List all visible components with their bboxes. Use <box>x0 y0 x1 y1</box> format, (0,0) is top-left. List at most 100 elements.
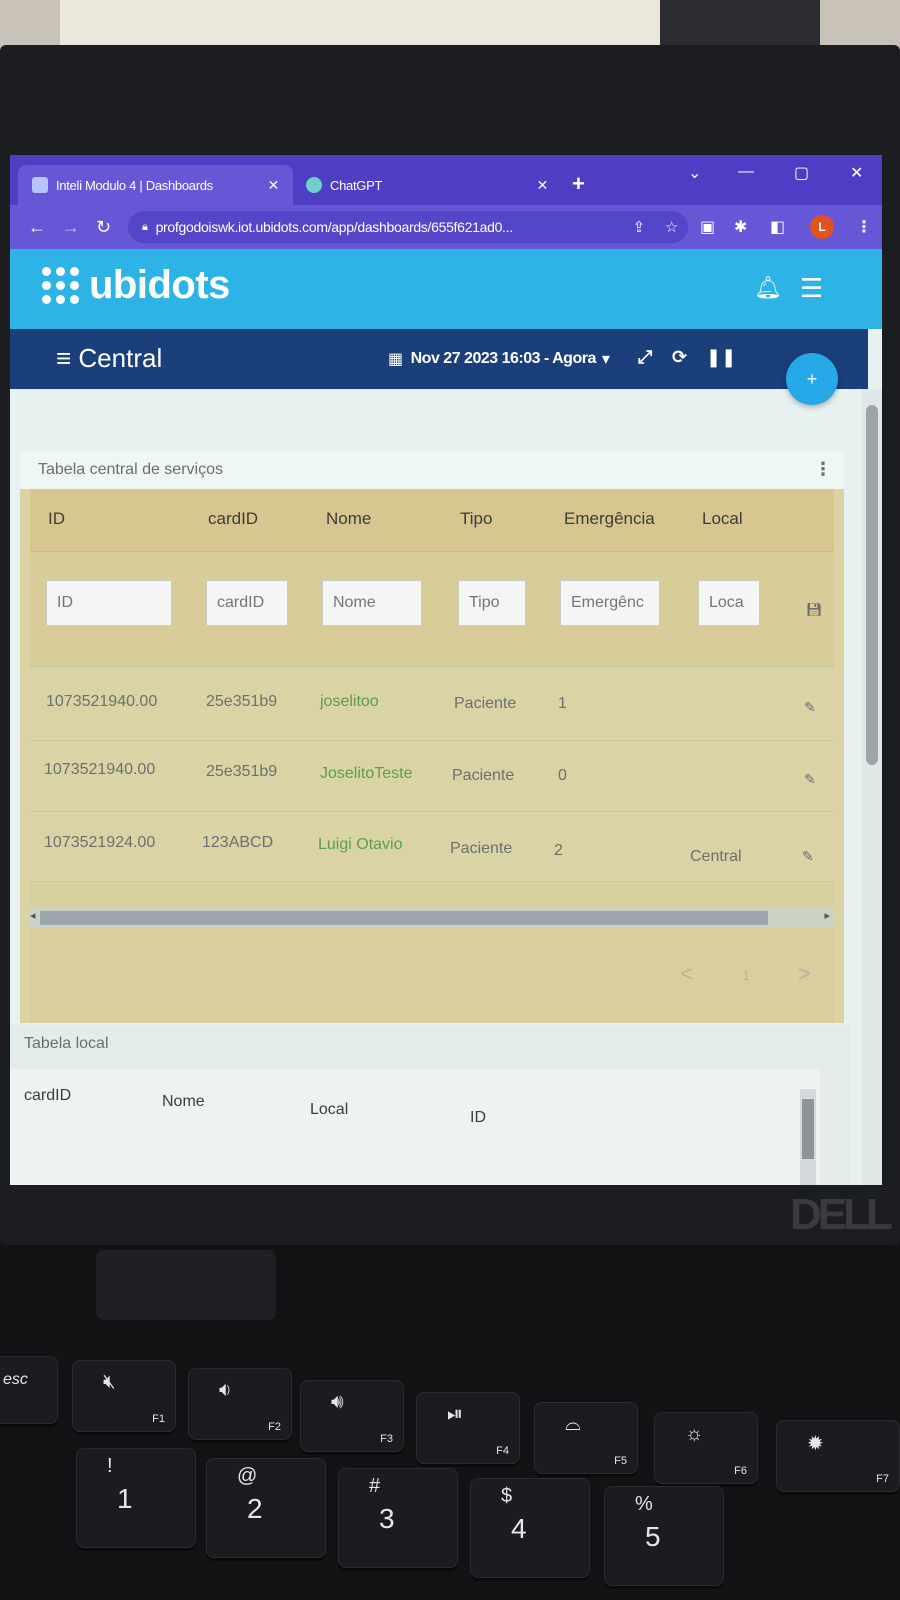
profile-avatar[interactable]: L <box>810 215 834 239</box>
horizontal-scrollbar-thumb[interactable] <box>40 911 768 925</box>
laptop-hinge <box>96 1250 276 1320</box>
column-header-id[interactable]: ID <box>48 509 65 529</box>
tab-chatgpt[interactable]: ChatGPT ✕ <box>292 165 562 205</box>
scroll-right-icon[interactable]: ▸ <box>824 909 830 922</box>
filter-nome-input[interactable] <box>322 580 422 626</box>
filter-local-input[interactable] <box>698 580 760 626</box>
maximize-icon[interactable]: ▢ <box>794 163 809 183</box>
column-header-id[interactable]: ID <box>470 1109 486 1127</box>
close-tab-icon[interactable]: ✕ <box>537 177 549 194</box>
main-menu-icon[interactable]: ☰ <box>800 273 823 304</box>
scroll-left-icon[interactable]: ◂ <box>30 909 36 922</box>
widget-header: Tabela central de serviços ⋮ <box>20 451 844 489</box>
pause-icon[interactable]: ❚❚ <box>706 347 736 368</box>
f3-key[interactable]: 🔊︎ F3 <box>300 1380 404 1452</box>
column-header-local[interactable]: Local <box>310 1101 348 1119</box>
dashboard-selector[interactable]: ≡ Central <box>56 343 162 374</box>
f5-key[interactable]: ⌓ F5 <box>534 1402 638 1474</box>
key-fn-label: F4 <box>496 1445 509 1457</box>
lock-icon: 🔒︎ <box>142 220 148 233</box>
bookmark-star-icon[interactable]: ☆ <box>665 218 678 236</box>
column-header-emergencia[interactable]: Emergência <box>564 509 655 529</box>
forward-icon[interactable]: → <box>62 217 80 238</box>
cell-nome-link[interactable]: Luigi Otavio <box>318 836 403 854</box>
next-page-button[interactable]: > <box>798 961 811 987</box>
key-symbol: % <box>635 1493 653 1515</box>
logo-text: ubidots <box>89 263 230 307</box>
volume-down-icon: 🔉︎ <box>219 1379 232 1401</box>
table-scrollbar-thumb[interactable] <box>802 1099 814 1159</box>
f6-key[interactable]: ☼ F6 <box>654 1412 758 1484</box>
f2-key[interactable]: 🔉︎ F2 <box>188 1368 292 1440</box>
brightness-down-icon: ☼ <box>685 1423 704 1445</box>
cell-nome-link[interactable]: joselitoo <box>320 693 379 711</box>
f7-key[interactable]: ✹ F7 <box>776 1420 900 1492</box>
edit-icon[interactable]: ✎ <box>804 699 816 716</box>
page-scrollbar-thumb[interactable] <box>866 405 878 765</box>
cell-cardid: 25e351b9 <box>206 763 278 780</box>
filter-id-input[interactable] <box>46 580 172 626</box>
back-icon[interactable]: ← <box>28 217 46 238</box>
table-scrollbar[interactable] <box>800 1089 816 1185</box>
cell-nome-link[interactable]: JoselitoTeste <box>320 765 413 783</box>
pagination: < 1 > <box>30 927 834 1023</box>
widget-options-icon[interactable]: ⋮ <box>814 459 832 480</box>
tab-dashboards[interactable]: Inteli Modulo 4 | Dashboards ✕ <box>18 165 293 205</box>
horizontal-scrollbar[interactable]: ◂ ▸ <box>30 907 834 927</box>
table-row: 1073521940.00 25e351b9 JoselitoTeste Pac… <box>30 740 834 814</box>
esc-key[interactable]: esc <box>0 1356 58 1424</box>
browser-menu-icon[interactable]: ⋮ <box>856 217 872 237</box>
key-3[interactable]: #3 <box>338 1468 458 1568</box>
column-header-tipo[interactable]: Tipo <box>460 509 492 529</box>
cell-emergencia: 1 <box>558 695 567 712</box>
key-fn-label: F2 <box>268 1421 281 1433</box>
bell-icon[interactable]: 🔔︎ <box>754 275 782 301</box>
column-header-cardid[interactable]: cardID <box>208 509 258 529</box>
new-tab-button[interactable]: + <box>572 171 585 197</box>
tab-search-icon[interactable]: ⌄ <box>688 163 701 183</box>
key-1[interactable]: ! 1 <box>76 1448 196 1548</box>
add-widget-button[interactable]: + <box>786 353 838 405</box>
volume-up-icon: 🔊︎ <box>331 1391 344 1413</box>
cell-id: 1073521940.00 <box>44 761 156 778</box>
edit-icon[interactable]: ✎ <box>804 771 816 788</box>
esc-key-label: esc <box>3 1371 28 1388</box>
f4-key[interactable]: ⏯︎ F4 <box>416 1392 520 1464</box>
date-range-picker[interactable]: ▦ Nov 27 2023 16:03 - Agora ▾ <box>388 349 610 369</box>
widget-title: Tabela local <box>24 1035 109 1052</box>
extensions-puzzle-icon[interactable]: ✱ <box>734 217 747 237</box>
column-header-local[interactable]: Local <box>702 509 743 529</box>
cell-tipo: Paciente <box>452 767 515 784</box>
close-window-icon[interactable]: ✕ <box>850 163 863 183</box>
reload-icon[interactable]: ↻ <box>96 217 111 238</box>
filter-tipo-input[interactable] <box>458 580 526 626</box>
key-digit: 1 <box>117 1483 133 1514</box>
share-icon[interactable]: ⇪ <box>633 218 646 236</box>
key-5[interactable]: % 5 <box>604 1486 724 1586</box>
dashboard-bar: ≡ Central ▦ Nov 27 2023 16:03 - Agora ▾ … <box>10 329 868 389</box>
address-bar[interactable]: 🔒︎ profgodoiswk.iot.ubidots.com/app/dash… <box>128 211 688 243</box>
laptop-screen: Inteli Modulo 4 | Dashboards ✕ ChatGPT ✕… <box>10 155 882 1185</box>
date-range-text: Nov 27 2023 16:03 - Agora <box>410 350 597 367</box>
save-icon[interactable]: 💾︎ <box>806 602 823 618</box>
close-tab-icon[interactable]: ✕ <box>268 177 280 194</box>
column-header-cardid[interactable]: cardID <box>24 1087 71 1105</box>
key-4[interactable]: $4 <box>470 1478 590 1578</box>
filter-emergencia-input[interactable] <box>560 580 660 626</box>
prev-page-button[interactable]: < <box>680 961 693 987</box>
chatgpt-favicon-icon <box>306 177 322 193</box>
widget-title: Tabela central de serviços <box>38 461 223 478</box>
minimize-icon[interactable]: — <box>738 163 754 181</box>
ubidots-logo[interactable]: ubidots <box>42 263 230 308</box>
edit-icon[interactable]: ✎ <box>802 848 814 865</box>
refresh-icon[interactable]: ⟳ <box>672 347 687 368</box>
f1-key[interactable]: 🔇︎ F1 <box>72 1360 176 1432</box>
local-table-widget: Tabela local cardID Nome Local ID <box>10 1025 850 1185</box>
column-header-nome[interactable]: Nome <box>326 509 371 529</box>
extension-icon[interactable]: ▣ <box>700 217 715 237</box>
expand-icon[interactable]: ⤢ <box>638 347 652 368</box>
key-2[interactable]: @2 <box>206 1458 326 1558</box>
filter-cardid-input[interactable] <box>206 580 288 626</box>
column-header-nome[interactable]: Nome <box>162 1093 205 1111</box>
side-panel-icon[interactable]: ◧ <box>770 217 785 237</box>
